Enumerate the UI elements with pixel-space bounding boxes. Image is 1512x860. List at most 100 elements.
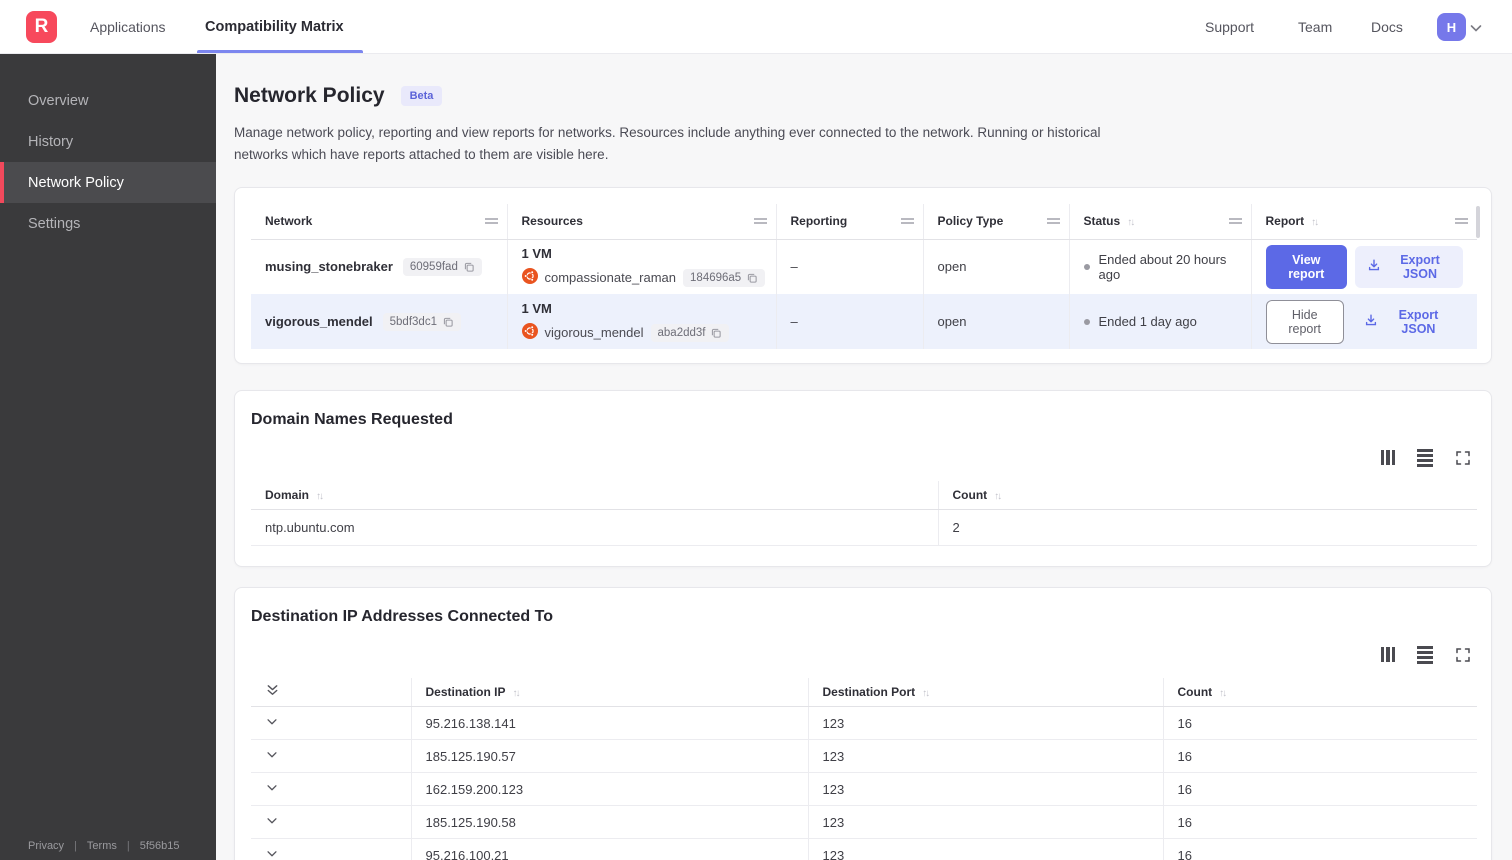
column-drag-handle-icon[interactable] xyxy=(484,218,498,225)
vm-id-badge: aba2dd3f xyxy=(650,323,730,342)
app-logo[interactable]: R xyxy=(26,11,57,43)
terms-link[interactable]: Terms xyxy=(87,840,117,852)
col-header-count[interactable]: Count ↑↓ xyxy=(937,480,1477,511)
domains-header-row: Domain ↑↓ Count ↑↓ xyxy=(251,480,1477,511)
network-row: vigorous_mendel 5bdf3dc1 1 VM vigorous_m… xyxy=(251,294,1477,350)
cell-destination-port: 123 xyxy=(807,706,1163,741)
sidebar-item-settings[interactable]: Settings xyxy=(0,203,216,244)
copy-icon[interactable] xyxy=(746,272,758,284)
copy-icon[interactable] xyxy=(710,327,722,339)
sort-arrows-icon[interactable]: ↑↓ xyxy=(922,688,930,699)
vm-name: compassionate_raman xyxy=(544,270,677,286)
main-content: Network Policy Beta Manage network polic… xyxy=(216,54,1512,860)
nav-applications[interactable]: Applications xyxy=(90,0,166,54)
hide-report-button[interactable]: Hide report xyxy=(1265,299,1344,344)
network-id-badge: 60959fad xyxy=(402,257,482,276)
column-drag-handle-icon[interactable] xyxy=(1046,218,1060,225)
cell-policy-type: open xyxy=(922,239,1069,295)
ubuntu-icon xyxy=(521,268,538,287)
sort-arrows-icon[interactable]: ↑↓ xyxy=(1127,217,1135,228)
nav-support[interactable]: Support xyxy=(1205,0,1254,54)
row-density-icon[interactable] xyxy=(1417,646,1433,664)
cell-count: 16 xyxy=(1162,706,1477,741)
col-header-status[interactable]: Status ↑↓ xyxy=(1068,204,1251,240)
col-header-resources[interactable]: Resources xyxy=(506,204,776,240)
destination-row: 162.159.200.123 123 16 xyxy=(251,772,1477,807)
row-expander[interactable] xyxy=(251,772,411,807)
sidebar-item-overview[interactable]: Overview xyxy=(0,80,216,121)
chevron-down-icon[interactable] xyxy=(265,814,279,828)
sidebar-item-history[interactable]: History xyxy=(0,121,216,162)
export-json-button[interactable]: Export JSON xyxy=(1355,245,1463,288)
row-density-icon[interactable] xyxy=(1417,449,1433,467)
column-drag-handle-icon[interactable] xyxy=(900,218,914,225)
col-header-expand-all[interactable] xyxy=(251,677,411,708)
domains-card: Domain Names Requested Domain ↑↓ Count ↑↓ … xyxy=(234,390,1492,568)
topbar: R Applications Compatibility Matrix Supp… xyxy=(0,0,1512,54)
cell-destination-ip: 95.216.100.21 xyxy=(410,838,808,860)
cell-network: musing_stonebraker 60959fad xyxy=(251,239,507,294)
fullscreen-icon[interactable] xyxy=(1455,450,1471,466)
col-header-network[interactable]: Network xyxy=(251,204,507,240)
row-expander[interactable] xyxy=(251,739,411,774)
sort-arrows-icon[interactable]: ↑↓ xyxy=(513,688,521,699)
nav-team[interactable]: Team xyxy=(1298,0,1332,54)
cell-status: Ended 1 day ago xyxy=(1068,294,1251,350)
table-toolbar xyxy=(251,449,1471,467)
destinations-header-row: Destination IP ↑↓ Destination Port ↑↓ Coun… xyxy=(251,677,1477,708)
nav-compatibility-matrix[interactable]: Compatibility Matrix xyxy=(205,0,344,54)
chevron-down-icon[interactable] xyxy=(265,781,279,795)
col-header-destination-ip[interactable]: Destination IP ↑↓ xyxy=(410,677,808,708)
page-title: Network Policy xyxy=(234,84,385,107)
status-dot-icon xyxy=(1083,318,1090,325)
resource-count: 1 VM xyxy=(521,246,552,262)
col-header-domain[interactable]: Domain ↑↓ xyxy=(251,480,938,511)
sidebar: Overview History Network Policy Settings… xyxy=(0,54,216,860)
copy-icon[interactable] xyxy=(442,316,454,328)
row-expander[interactable] xyxy=(251,805,411,840)
export-json-button[interactable]: Export JSON xyxy=(1352,301,1463,343)
col-header-reporting[interactable]: Reporting xyxy=(775,204,923,240)
row-expander[interactable] xyxy=(251,706,411,741)
column-drag-handle-icon[interactable] xyxy=(753,218,767,225)
cell-destination-port: 123 xyxy=(807,805,1163,840)
cell-count: 16 xyxy=(1162,838,1477,860)
col-header-destination-port[interactable]: Destination Port ↑↓ xyxy=(807,677,1163,708)
nav-docs[interactable]: Docs xyxy=(1371,0,1403,54)
destination-row: 185.125.190.58 123 16 xyxy=(251,805,1477,840)
networks-table: Network Resources Reporting Policy Type … xyxy=(251,204,1477,350)
chevron-down-icon[interactable] xyxy=(265,748,279,762)
expand-all-icon[interactable] xyxy=(265,683,280,698)
privacy-link[interactable]: Privacy xyxy=(28,840,64,852)
sort-arrows-icon[interactable]: ↑↓ xyxy=(316,491,324,502)
cell-destination-ip: 95.216.138.141 xyxy=(410,706,808,741)
user-avatar[interactable]: H xyxy=(1437,13,1466,41)
cell-domain: ntp.ubuntu.com xyxy=(251,509,938,547)
cell-reporting: – xyxy=(775,239,923,295)
col-header-policy-type[interactable]: Policy Type xyxy=(922,204,1069,240)
footer-divider: | xyxy=(74,840,77,852)
view-report-button[interactable]: View report xyxy=(1265,244,1348,289)
cell-resources: 1 VM vigorous_mendel aba2dd3f xyxy=(506,294,776,350)
column-visibility-icon[interactable] xyxy=(1380,647,1395,663)
row-expander[interactable] xyxy=(251,838,411,860)
column-drag-handle-icon[interactable] xyxy=(1228,218,1242,225)
fullscreen-icon[interactable] xyxy=(1455,647,1471,663)
sort-arrows-icon[interactable]: ↑↓ xyxy=(1311,217,1319,228)
chevron-down-icon[interactable] xyxy=(265,847,279,860)
chevron-down-icon[interactable] xyxy=(265,715,279,729)
col-header-count[interactable]: Count ↑↓ xyxy=(1162,677,1477,708)
cell-report: View report Export JSON xyxy=(1250,239,1477,295)
column-drag-handle-icon[interactable] xyxy=(1455,218,1468,225)
col-header-report[interactable]: Report ↑↓ xyxy=(1250,204,1477,240)
cell-destination-port: 123 xyxy=(807,772,1163,807)
copy-icon[interactable] xyxy=(463,261,475,273)
cell-destination-port: 123 xyxy=(807,838,1163,860)
sort-arrows-icon[interactable]: ↑↓ xyxy=(994,491,1002,502)
column-visibility-icon[interactable] xyxy=(1380,450,1395,466)
cell-reporting: – xyxy=(775,294,923,350)
sidebar-item-network-policy[interactable]: Network Policy xyxy=(0,162,216,203)
user-menu-chevron-icon[interactable] xyxy=(1468,20,1484,41)
resource-count: 1 VM xyxy=(521,301,552,317)
sort-arrows-icon[interactable]: ↑↓ xyxy=(1219,688,1227,699)
